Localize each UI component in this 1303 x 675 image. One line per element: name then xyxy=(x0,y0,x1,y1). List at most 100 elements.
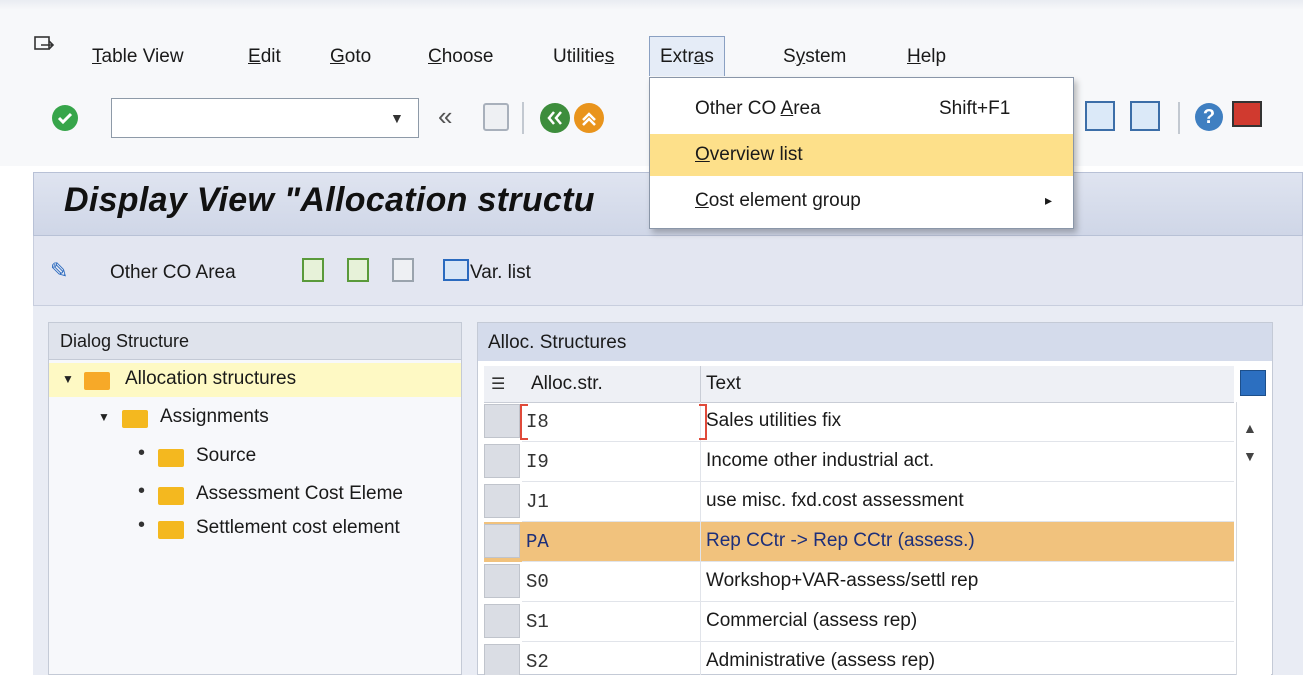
scroll-down-icon[interactable]: ▼ xyxy=(1243,448,1257,464)
menu-label: able View xyxy=(101,46,184,67)
tree-bullet-icon: • xyxy=(138,442,146,464)
submenu-arrow-icon: ▸ xyxy=(1045,192,1053,208)
double-chevron-up-icon xyxy=(582,112,596,126)
menu-label: hoose xyxy=(441,46,494,67)
row-selector[interactable] xyxy=(484,444,520,478)
other-co-area-button[interactable]: Other CO Area xyxy=(110,262,236,284)
folder-icon xyxy=(158,521,184,539)
tree-node-settlement-cost-element[interactable]: Settlement cost element xyxy=(196,517,400,539)
menu-help[interactable]: Help xyxy=(907,46,946,68)
menu-goto[interactable]: Goto xyxy=(330,46,371,68)
row-selector[interactable] xyxy=(484,604,520,638)
create-session-icon[interactable] xyxy=(1085,101,1115,131)
row-selector[interactable] xyxy=(484,644,520,675)
scroll-up-icon[interactable]: ▲ xyxy=(1243,420,1257,436)
menu-choose[interactable]: Choose xyxy=(428,46,494,68)
menu-label: dit xyxy=(260,46,281,67)
menu-label: s xyxy=(704,46,714,67)
select-block-icon[interactable] xyxy=(347,258,369,282)
back-icon[interactable] xyxy=(540,103,570,133)
menu-label: oto xyxy=(344,46,372,67)
tree-expand-arrow-icon[interactable]: ▼ xyxy=(62,372,74,386)
select-all-icon[interactable] xyxy=(302,258,324,282)
menu-item-shortcut: Shift+F1 xyxy=(939,98,1011,119)
table-row[interactable]: S0 Workshop+VAR-assess/settl rep xyxy=(484,562,1234,602)
row-alloc-str: S2 xyxy=(526,651,549,673)
folder-icon xyxy=(122,410,148,428)
table-settings-icon[interactable] xyxy=(1240,370,1266,396)
save-icon[interactable] xyxy=(483,103,509,131)
extras-dropdown-menu: Other CO Area Shift+F1 Overview list Cos… xyxy=(649,77,1074,229)
column-header-alloc-str[interactable]: Alloc.str. xyxy=(531,373,603,395)
menu-mnemonic: y xyxy=(795,46,806,67)
table-row[interactable]: S2 Administrative (assess rep) xyxy=(484,642,1234,675)
table-row-highlighted[interactable]: PA Rep CCtr -> Rep CCtr (assess.) xyxy=(484,522,1234,562)
deselect-all-icon[interactable] xyxy=(392,258,414,282)
tree-node-allocation-structures[interactable]: Allocation structures xyxy=(125,368,296,390)
enter-checkmark-icon[interactable] xyxy=(52,105,78,131)
tree-expand-arrow-icon[interactable]: ▼ xyxy=(98,410,110,424)
menu-label: Utilitie xyxy=(553,46,605,67)
row-alloc-str: S0 xyxy=(526,571,549,593)
row-text: Administrative (assess rep) xyxy=(706,650,936,671)
tree-node-assignments[interactable]: Assignments xyxy=(160,406,269,428)
table-row[interactable]: I8 Sales utilities fix xyxy=(484,402,1234,442)
menu-item-cost-element-group[interactable]: Cost element group ▸ xyxy=(650,180,1073,222)
row-selector[interactable] xyxy=(484,404,520,438)
row-text: Sales utilities fix xyxy=(706,410,842,431)
menu-item-label: Other CO Area xyxy=(695,98,821,120)
command-history-dropdown-icon[interactable]: ▼ xyxy=(390,110,410,126)
menu-label: S xyxy=(783,46,796,67)
menu-table-view[interactable]: Table View xyxy=(92,46,184,68)
menu-mnemonic: T xyxy=(92,46,102,67)
menu-item-overview-list[interactable]: Overview list xyxy=(650,134,1073,176)
page-title: Display View "Allocation structu xyxy=(64,181,595,219)
focus-bracket-right xyxy=(699,404,707,440)
row-text: Rep CCtr -> Rep CCtr (assess.) xyxy=(706,530,975,551)
row-selector[interactable] xyxy=(484,564,520,598)
generate-shortcut-icon[interactable] xyxy=(1130,101,1160,131)
menu-extras[interactable]: Extras xyxy=(649,36,725,76)
cell-divider xyxy=(700,522,701,562)
exit-icon[interactable] xyxy=(574,103,604,133)
table-row[interactable]: I9 Income other industrial act. xyxy=(484,442,1234,482)
row-selector[interactable] xyxy=(484,484,520,518)
select-all-rows-icon[interactable]: ☰ xyxy=(491,374,505,394)
menu-utilities[interactable]: Utilities xyxy=(553,46,614,68)
tree-bullet-icon: • xyxy=(138,514,146,536)
tree-bullet-icon: • xyxy=(138,480,146,502)
previous-commands-icon[interactable]: « xyxy=(438,101,452,132)
menu-mnemonic: H xyxy=(907,46,921,67)
row-text: Income other industrial act. xyxy=(706,450,935,471)
menu-edit[interactable]: Edit xyxy=(248,46,281,68)
vertical-scrollbar[interactable] xyxy=(1236,402,1271,675)
table-row[interactable]: S1 Commercial (assess rep) xyxy=(484,602,1234,642)
open-folder-icon xyxy=(84,372,110,390)
cell-divider xyxy=(700,562,701,602)
menu-mnemonic: s xyxy=(604,46,615,67)
label-part: rea xyxy=(793,98,821,119)
row-alloc-str: I9 xyxy=(526,451,549,473)
menu-system[interactable]: System xyxy=(783,46,846,68)
column-header-text[interactable]: Text xyxy=(706,373,741,395)
printer-icon[interactable] xyxy=(443,259,469,281)
table-row[interactable]: J1 use misc. fxd.cost assessment xyxy=(484,482,1234,522)
tree-node-assessment-cost-elements[interactable]: Assessment Cost Eleme xyxy=(196,483,403,505)
help-icon[interactable]: ? xyxy=(1195,103,1223,131)
column-divider[interactable] xyxy=(700,366,701,402)
menu-label: elp xyxy=(920,46,947,67)
cell-divider xyxy=(700,482,701,522)
customize-layout-icon[interactable] xyxy=(1232,101,1262,127)
checkmark-icon xyxy=(57,112,73,125)
menu-mnemonic: E xyxy=(248,46,261,67)
command-field-input[interactable] xyxy=(111,98,419,138)
menu-label: Extr xyxy=(660,46,694,67)
row-selector[interactable] xyxy=(484,524,520,558)
menu-icon[interactable] xyxy=(33,35,55,57)
tree-node-source[interactable]: Source xyxy=(196,445,256,467)
var-list-button[interactable]: Var. list xyxy=(470,262,531,284)
glasses-pencil-icon[interactable]: ✎ xyxy=(50,258,68,284)
row-text: Workshop+VAR-assess/settl rep xyxy=(706,570,979,591)
menu-item-other-co-area[interactable]: Other CO Area Shift+F1 xyxy=(650,88,1073,130)
dialog-structure-title: Dialog Structure xyxy=(60,331,190,351)
